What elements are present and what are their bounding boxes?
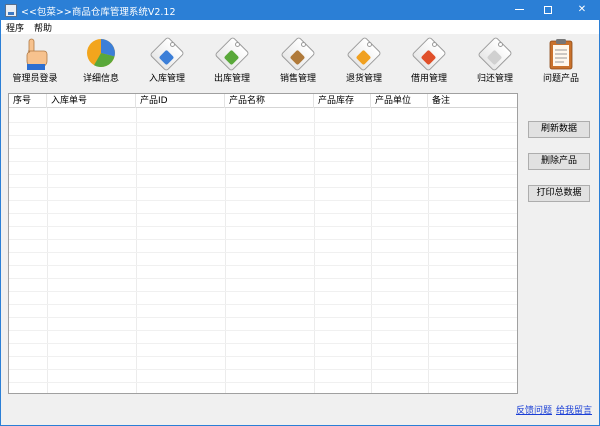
grid-row-line xyxy=(9,161,517,162)
grid-row-line xyxy=(9,343,517,344)
toolbar-label: 入库管理 xyxy=(148,74,185,84)
toolbar-return-borrowed[interactable]: 归还管理 xyxy=(463,34,527,88)
toolbar-admin-login[interactable]: 管理员登录 xyxy=(3,34,67,88)
toolbar-sales[interactable]: 销售管理 xyxy=(266,34,330,88)
toolbar-label: 退货管理 xyxy=(345,74,382,84)
toolbar-label: 管理员登录 xyxy=(12,74,58,84)
grid-column-line xyxy=(371,108,372,393)
menu-help[interactable]: 帮助 xyxy=(34,21,52,34)
tag-icon xyxy=(411,36,447,72)
window-title: <<包菜>>商品仓库管理系统V2.12 xyxy=(21,7,176,18)
column-header[interactable]: 产品名称 xyxy=(225,94,314,108)
menu-bar: 程序 帮助 xyxy=(1,20,599,34)
grid-column-line xyxy=(225,108,226,393)
column-header[interactable]: 备注 xyxy=(428,94,517,108)
grid-row-line xyxy=(9,252,517,253)
minimize-button[interactable] xyxy=(505,1,533,20)
grid-row-line xyxy=(9,239,517,240)
grid-row-line xyxy=(9,122,517,123)
toolbar-stock-out[interactable]: 出库管理 xyxy=(200,34,264,88)
tag-icon xyxy=(214,36,250,72)
toolbar-label: 归还管理 xyxy=(476,74,513,84)
column-header[interactable]: 产品ID xyxy=(136,94,225,108)
grid-row-line xyxy=(9,226,517,227)
toolbar-label: 详细信息 xyxy=(82,74,119,84)
grid-row-line xyxy=(9,213,517,214)
app-icon xyxy=(5,4,17,17)
grid-row-line xyxy=(9,291,517,292)
pie-chart-icon xyxy=(87,39,115,68)
hand-pointer-icon xyxy=(26,38,48,70)
grid-row-line xyxy=(9,174,517,175)
toolbar-details[interactable]: 详细信息 xyxy=(69,34,133,88)
toolbar: 管理员登录 详细信息 入库管理 出库管理 销售管理 退货管理 借用管理 归还管理… xyxy=(1,34,599,90)
refresh-data-button[interactable]: 刷新数据 xyxy=(528,121,590,138)
grid-column-line xyxy=(47,108,48,393)
toolbar-label: 借用管理 xyxy=(410,74,447,84)
close-button[interactable]: ✕ xyxy=(565,1,599,20)
grid-row-line xyxy=(9,369,517,370)
grid-row-line xyxy=(9,148,517,149)
grid-row-line xyxy=(9,135,517,136)
grid-column-line xyxy=(428,108,429,393)
tag-icon xyxy=(477,36,513,72)
column-header[interactable]: 入库单号 xyxy=(47,94,136,108)
tag-icon xyxy=(149,36,185,72)
grid-row-line xyxy=(9,278,517,279)
grid-row-line xyxy=(9,265,517,266)
toolbar-label: 销售管理 xyxy=(279,74,316,84)
product-list[interactable]: 序号 入库单号 产品ID 产品名称 产品库存 产品单位 备注 xyxy=(8,93,518,394)
maximize-icon xyxy=(544,6,552,14)
toolbar-borrow[interactable]: 借用管理 xyxy=(397,34,461,88)
toolbar-label: 出库管理 xyxy=(213,74,250,84)
title-bar[interactable]: <<包菜>>商品仓库管理系统V2.12 ✕ xyxy=(1,1,599,20)
toolbar-problem-products[interactable]: 问题产品 xyxy=(529,34,593,88)
message-link[interactable]: 给我留言 xyxy=(556,403,592,416)
column-header[interactable]: 产品单位 xyxy=(371,94,428,108)
grid-row-line xyxy=(9,187,517,188)
feedback-link[interactable]: 反馈问题 xyxy=(516,403,552,416)
clipboard-icon xyxy=(549,39,573,70)
minimize-icon xyxy=(514,8,524,10)
toolbar-returns[interactable]: 退货管理 xyxy=(332,34,396,88)
column-header[interactable]: 产品库存 xyxy=(314,94,371,108)
menu-program[interactable]: 程序 xyxy=(6,21,24,34)
grid-column-line xyxy=(136,108,137,393)
grid-row-line xyxy=(9,317,517,318)
tag-icon xyxy=(280,36,316,72)
print-summary-button[interactable]: 打印总数据 xyxy=(528,185,590,202)
maximize-button[interactable] xyxy=(534,1,562,20)
grid-row-line xyxy=(9,330,517,331)
column-header[interactable]: 序号 xyxy=(9,94,47,108)
grid-row-line xyxy=(9,382,517,383)
toolbar-stock-in[interactable]: 入库管理 xyxy=(135,34,199,88)
app-window: <<包菜>>商品仓库管理系统V2.12 ✕ 程序 帮助 管理员登录 详细信息 入… xyxy=(0,0,600,426)
grid-row-line xyxy=(9,356,517,357)
delete-product-button[interactable]: 删除产品 xyxy=(528,153,590,170)
tag-icon xyxy=(346,36,382,72)
grid-row-line xyxy=(9,200,517,201)
grid-column-line xyxy=(314,108,315,393)
list-header: 序号 入库单号 产品ID 产品名称 产品库存 产品单位 备注 xyxy=(9,94,517,108)
toolbar-label: 问题产品 xyxy=(542,74,579,84)
grid-row-line xyxy=(9,304,517,305)
